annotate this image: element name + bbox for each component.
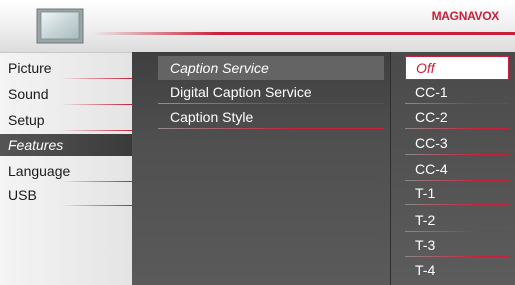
option-t-2[interactable]: T-2 <box>405 208 509 232</box>
menu-divider <box>60 130 132 131</box>
menu-item-language[interactable]: Language <box>0 160 132 182</box>
menu-item-label: Sound <box>8 86 49 102</box>
option-divider <box>405 231 509 232</box>
menu-item-label: Picture <box>8 60 52 76</box>
submenu-item-label: Caption Style <box>170 109 254 125</box>
brand-logo: MAGNAVOX <box>431 9 500 23</box>
option-divider <box>405 256 509 257</box>
option-off[interactable]: Off <box>405 56 509 80</box>
features-submenu: Caption Service Digital Caption Service … <box>132 52 390 285</box>
caption-service-options: Off CC-1 CC-2 CC-3 CC-4 T-1 T-2 T-3 T-4 <box>390 52 515 285</box>
submenu-item-caption-style[interactable]: Caption Style <box>158 105 384 129</box>
menu-item-picture[interactable]: Picture <box>0 57 132 79</box>
option-label: T-4 <box>415 262 436 278</box>
option-cc-3[interactable]: CC-3 <box>405 131 509 155</box>
option-cc-1[interactable]: CC-1 <box>405 80 509 104</box>
menu-item-usb[interactable]: USB <box>0 184 132 206</box>
option-t-4[interactable]: T-4 <box>405 258 509 282</box>
option-cc-2[interactable]: CC-2 <box>405 105 509 129</box>
menu-divider <box>60 181 132 182</box>
menu-item-features[interactable]: Features <box>0 134 132 156</box>
menu-divider <box>60 78 132 79</box>
option-t-1[interactable]: T-1 <box>405 181 509 205</box>
option-divider <box>405 103 509 104</box>
option-t-3[interactable]: T-3 <box>405 233 509 257</box>
submenu-item-label: Caption Service <box>170 60 269 76</box>
submenu-item-caption-service[interactable]: Caption Service <box>158 56 384 80</box>
option-divider <box>405 204 509 205</box>
option-label: CC-3 <box>415 135 448 151</box>
tv-screen-icon <box>36 8 84 44</box>
menu-item-label: Setup <box>8 112 45 128</box>
main-menu: Picture Sound Setup Features Language US… <box>0 52 132 285</box>
menu-divider <box>60 205 132 206</box>
option-divider <box>405 128 509 129</box>
header-accent-line <box>92 32 515 35</box>
option-label: T-1 <box>415 185 436 201</box>
menu-item-sound[interactable]: Sound <box>0 83 132 105</box>
submenu-item-label: Digital Caption Service <box>170 84 312 100</box>
option-label: CC-1 <box>415 84 448 100</box>
option-label: Off <box>416 60 435 76</box>
option-label: T-2 <box>415 212 436 228</box>
submenu-divider <box>158 103 384 104</box>
menu-divider <box>60 104 132 105</box>
option-label: CC-4 <box>415 161 448 177</box>
menu-item-label: USB <box>8 187 37 203</box>
menu-item-label: Language <box>8 163 71 179</box>
submenu-item-digital-caption-service[interactable]: Digital Caption Service <box>158 80 384 104</box>
option-label: T-3 <box>415 237 436 253</box>
option-label: CC-2 <box>415 109 448 125</box>
submenu-divider <box>158 128 384 129</box>
header-bar: MAGNAVOX <box>0 0 515 52</box>
menu-item-label: Features <box>8 137 64 153</box>
menu-item-setup[interactable]: Setup <box>0 109 132 131</box>
option-cc-4[interactable]: CC-4 <box>405 157 509 181</box>
option-divider <box>405 154 509 155</box>
